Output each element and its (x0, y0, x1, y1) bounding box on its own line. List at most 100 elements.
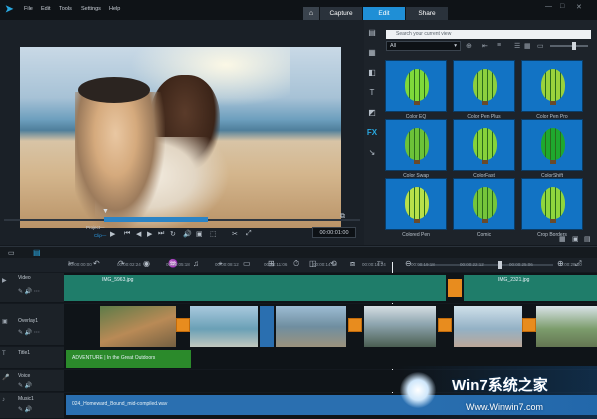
mute-icon[interactable]: ✎ 🔊 ⋯ (18, 288, 40, 295)
split-icon[interactable]: ✂ (232, 230, 238, 238)
timeline-view-icon[interactable]: ▤ (33, 248, 41, 257)
search-input[interactable]: Search your current view (386, 30, 591, 39)
clip-label[interactable]: Clip— (94, 233, 106, 238)
time-ruler[interactable]: 00:00:00:00 00:00:02:24 00:00:05:18 00:00:0… (64, 262, 597, 272)
next-frame-icon[interactable]: ▶ (147, 230, 152, 238)
balloon-icon (473, 69, 497, 101)
snapshot-icon[interactable]: ⧉ (340, 213, 345, 221)
transition-icon[interactable] (448, 279, 462, 297)
effect-thumbnail[interactable] (385, 178, 447, 230)
grid-view-icon[interactable]: ▦ (559, 235, 566, 243)
library-panel: ▤ ▦ ◧ T ◩ FX ↘ Search your current view … (364, 20, 597, 245)
overlay-clip[interactable] (260, 306, 274, 352)
filter-dropdown[interactable]: All ▾ (386, 41, 461, 51)
transition-icon[interactable] (522, 318, 536, 332)
ruler-tick: 00:00:19:18 (411, 262, 435, 267)
repeat-icon[interactable]: ↻ (170, 230, 176, 238)
effect-thumbnail[interactable] (453, 119, 515, 171)
basket-icon (414, 160, 420, 164)
overlay-clip[interactable] (454, 306, 522, 352)
thumb-size-icon[interactable]: ▭ (537, 42, 544, 50)
timecode-display[interactable]: 00:00:01:00 (312, 227, 356, 238)
tab-capture[interactable]: Capture (320, 7, 362, 20)
clip-name: IMG_5963.jpg (102, 277, 134, 283)
hd-icon[interactable]: ▣ (196, 230, 203, 238)
storyboard-view-icon[interactable]: ▭ (8, 249, 15, 257)
end-icon[interactable]: ⏭ (158, 230, 164, 238)
title-clip[interactable]: ADVENTURE | In the Great Outdoors (66, 350, 191, 368)
trim-selection[interactable] (104, 217, 208, 222)
slider-knob[interactable] (572, 42, 576, 50)
thumb-size-slider[interactable] (550, 45, 588, 47)
transition-icon[interactable] (176, 318, 190, 332)
tab-share[interactable]: Share (406, 7, 448, 20)
menu-help[interactable]: Help (109, 6, 120, 12)
menu-tools[interactable]: Tools (59, 6, 72, 12)
transition-icon[interactable] (348, 318, 362, 332)
enlarge-icon[interactable]: ⤢ (246, 230, 252, 238)
menu-file[interactable]: File (24, 6, 33, 12)
effect-thumbnail[interactable] (521, 119, 583, 171)
balloon-icon (473, 187, 497, 219)
track-name: Overlay1 (18, 318, 39, 324)
home-start-icon[interactable]: ⏮ (124, 230, 130, 238)
ruler-tick: 00:00:05:18 (166, 262, 190, 267)
video-clip[interactable]: IMG_5963.jpg (64, 275, 446, 301)
effect-thumbnail[interactable] (385, 119, 447, 171)
filter-fx-icon[interactable]: FX (364, 128, 380, 148)
effect-label: Comic (476, 232, 492, 238)
voice-controls-icon[interactable]: ✎ 🔊 (18, 382, 32, 389)
prev-frame-icon[interactable]: ◀ (136, 230, 141, 238)
graphics-icon[interactable]: ◩ (364, 108, 380, 128)
balloon-icon (541, 187, 565, 219)
effect-thumbnail[interactable] (453, 178, 515, 230)
path-icon[interactable]: ↘ (364, 148, 380, 168)
track-name: Voice (18, 373, 31, 379)
basket-icon (414, 219, 420, 223)
basket-icon (482, 160, 488, 164)
watermark-url: Www.Winwin7.com (466, 402, 544, 412)
overlay-clip[interactable] (364, 306, 436, 352)
tab-edit[interactable]: Edit (363, 7, 405, 20)
menu-settings[interactable]: Settings (81, 6, 101, 12)
effect-thumbnail[interactable] (521, 178, 583, 230)
project-label[interactable]: Project— (86, 225, 105, 230)
effect-thumbnail[interactable] (453, 60, 515, 112)
image-view-icon[interactable]: ▣ (572, 235, 579, 243)
options-icon[interactable]: ▤ (584, 235, 591, 243)
watermark-title: Win7系统之家 (452, 377, 548, 394)
media-icon[interactable]: ▤ (364, 28, 380, 48)
video-track-icon: ▶ (2, 278, 7, 284)
music-controls-icon[interactable]: ✎ 🔊 (18, 406, 32, 413)
menu-edit[interactable]: Edit (41, 6, 50, 12)
close-icon[interactable]: ✕ (576, 3, 582, 11)
overlay-clip[interactable] (190, 306, 258, 352)
sort-icon[interactable]: ≡ (497, 42, 501, 49)
home-icon[interactable]: ⌂ (303, 7, 319, 20)
volume-icon[interactable]: 🔊 (183, 230, 192, 238)
transition-icon[interactable]: ◧ (364, 68, 380, 88)
overlay-clip[interactable] (276, 306, 346, 352)
overlay-controls-icon[interactable]: ✎ 🔊 ⋯ (18, 329, 40, 336)
lane-video: IMG_5963.jpg IMG_2321.jpg (64, 273, 597, 303)
minimize-icon[interactable]: — (545, 3, 552, 10)
video-clip[interactable]: IMG_2321.jpg (464, 275, 597, 301)
effect-thumbnail[interactable] (385, 60, 447, 112)
list-view-icon[interactable]: ☰ (514, 42, 520, 50)
play-icon[interactable]: ▶ (110, 230, 115, 238)
basket-icon (414, 101, 420, 105)
ruler-tick: 00:00:00:00 (68, 262, 92, 267)
transition-icon[interactable] (438, 318, 452, 332)
instant-project-icon[interactable]: ▦ (364, 48, 380, 68)
maximize-icon[interactable]: □ (560, 3, 564, 10)
overlay-clip[interactable] (100, 306, 176, 352)
menu-bar: ➤ File Edit Tools Settings Help ⌂ Captur… (0, 0, 597, 20)
thumb-view-icon[interactable]: ▦ (524, 42, 531, 50)
playhead-icon[interactable]: ▼ (102, 208, 109, 215)
aspect-icon[interactable]: ⬚ (210, 230, 217, 238)
title-icon[interactable]: T (364, 88, 380, 108)
add-folder-icon[interactable]: ⊕ (466, 42, 472, 50)
overlay-clip[interactable] (536, 306, 597, 352)
browse-icon[interactable]: ⇤ (482, 42, 488, 50)
effect-thumbnail[interactable] (521, 60, 583, 112)
